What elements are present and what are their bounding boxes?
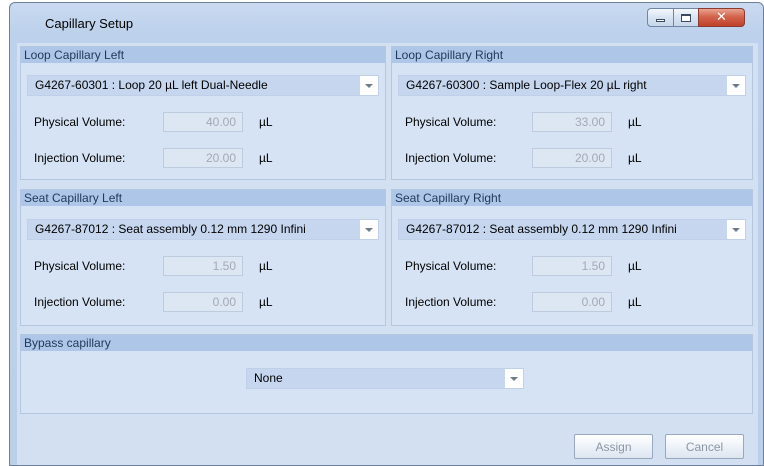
dialog-client-area: Loop Capillary Left G4267-60301 : Loop 2… <box>17 43 758 465</box>
bypass-dropdown[interactable]: None <box>246 368 524 389</box>
injection-volume-field: 0.00 <box>163 292 243 312</box>
injection-volume-field: 0.00 <box>532 292 612 312</box>
injection-volume-field: 20.00 <box>532 148 612 168</box>
unit-label: µL <box>259 151 273 165</box>
physical-volume-field: 1.50 <box>532 256 612 276</box>
unit-label: µL <box>628 259 642 273</box>
dropdown-arrow-icon <box>365 83 373 88</box>
injection-volume-label: Injection Volume: <box>34 151 126 165</box>
injection-volume-label: Injection Volume: <box>34 295 126 309</box>
minimize-button[interactable] <box>647 8 674 27</box>
physical-volume-label: Physical Volume: <box>34 115 126 129</box>
dropdown-button[interactable] <box>360 76 378 95</box>
physical-volume-label: Physical Volume: <box>34 259 126 273</box>
maximize-icon <box>681 13 691 22</box>
group-header: Loop Capillary Left <box>21 47 385 63</box>
physical-volume-field: 40.00 <box>163 112 243 132</box>
dropdown-value: G4267-60300 : Sample Loop-Flex 20 µL rig… <box>399 76 727 95</box>
seat-left-dropdown[interactable]: G4267-87012 : Seat assembly 0.12 mm 1290… <box>27 219 379 240</box>
loop-right-dropdown[interactable]: G4267-60300 : Sample Loop-Flex 20 µL rig… <box>398 75 746 96</box>
cancel-button[interactable]: Cancel <box>665 434 744 459</box>
bypass-capillary-group: Bypass capillary None <box>20 334 753 414</box>
unit-label: µL <box>628 151 642 165</box>
injection-volume-label: Injection Volume: <box>405 295 497 309</box>
physical-volume-field: 33.00 <box>532 112 612 132</box>
minimize-icon <box>656 19 665 22</box>
group-header: Loop Capillary Right <box>392 47 752 63</box>
injection-volume-field: 20.00 <box>163 148 243 168</box>
unit-label: µL <box>628 115 642 129</box>
dropdown-button[interactable] <box>727 220 745 239</box>
physical-volume-label: Physical Volume: <box>405 259 497 273</box>
injection-volume-label: Injection Volume: <box>405 151 497 165</box>
close-icon: ✕ <box>716 10 727 25</box>
physical-volume-field: 1.50 <box>163 256 243 276</box>
seat-capillary-right-group: Seat Capillary Right G4267-87012 : Seat … <box>391 189 753 326</box>
assign-button[interactable]: Assign <box>574 434 653 459</box>
dropdown-arrow-icon <box>365 227 373 232</box>
maximize-button[interactable] <box>673 8 699 27</box>
seat-capillary-left-group: Seat Capillary Left G4267-87012 : Seat a… <box>20 189 386 326</box>
title-bar[interactable]: Capillary Setup ✕ <box>10 3 763 37</box>
capillary-setup-window: Capillary Setup ✕ Loop Capillary Left G4… <box>9 2 764 466</box>
group-header: Seat Capillary Right <box>392 190 752 206</box>
seat-right-dropdown[interactable]: G4267-87012 : Seat assembly 0.12 mm 1290… <box>398 219 746 240</box>
loop-capillary-left-group: Loop Capillary Left G4267-60301 : Loop 2… <box>20 46 386 180</box>
dropdown-arrow-icon <box>732 227 740 232</box>
group-header: Seat Capillary Left <box>21 190 385 206</box>
close-button[interactable]: ✕ <box>698 8 745 27</box>
loop-capillary-right-group: Loop Capillary Right G4267-60300 : Sampl… <box>391 46 753 180</box>
dropdown-value: G4267-87012 : Seat assembly 0.12 mm 1290… <box>399 220 727 239</box>
background-strip <box>0 0 9 466</box>
unit-label: µL <box>259 295 273 309</box>
unit-label: µL <box>259 259 273 273</box>
dropdown-arrow-icon <box>732 83 740 88</box>
loop-left-dropdown[interactable]: G4267-60301 : Loop 20 µL left Dual-Needl… <box>27 75 379 96</box>
dropdown-value: G4267-60301 : Loop 20 µL left Dual-Needl… <box>28 76 360 95</box>
dropdown-value: G4267-87012 : Seat assembly 0.12 mm 1290… <box>28 220 360 239</box>
dropdown-button[interactable] <box>727 76 745 95</box>
unit-label: µL <box>628 295 642 309</box>
unit-label: µL <box>259 115 273 129</box>
group-header: Bypass capillary <box>21 335 752 351</box>
dropdown-button[interactable] <box>360 220 378 239</box>
dropdown-value: None <box>247 369 505 388</box>
physical-volume-label: Physical Volume: <box>405 115 497 129</box>
window-title: Capillary Setup <box>45 16 134 31</box>
dropdown-arrow-icon <box>510 376 518 381</box>
dropdown-button[interactable] <box>505 369 523 388</box>
